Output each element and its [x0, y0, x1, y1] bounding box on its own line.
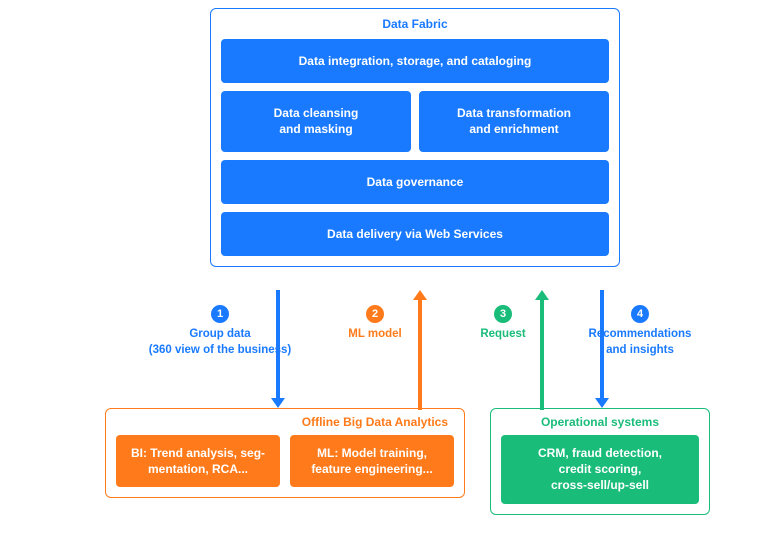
- badge-4: 4: [631, 305, 649, 323]
- box-bi: BI: Trend analysis, seg-mentation, RCA..…: [116, 435, 280, 487]
- arrow-3-head: [535, 290, 549, 300]
- flow-1: 1 Group data(360 view of the business): [130, 305, 310, 358]
- flow-4: 4 Recommendationsand insights: [565, 305, 715, 358]
- box-delivery: Data delivery via Web Services: [221, 212, 609, 256]
- box-governance: Data governance: [221, 160, 609, 204]
- offline-title: Offline Big Data Analytics: [116, 415, 454, 429]
- data-fabric-container: Data Fabric Data integration, storage, a…: [210, 8, 620, 267]
- box-transform: Data transformationand enrichment: [419, 91, 609, 151]
- flow-1-label: Group data(360 view of the business): [149, 328, 292, 356]
- data-fabric-title: Data Fabric: [221, 17, 609, 31]
- flow-4-label: Recommendationsand insights: [589, 328, 692, 356]
- box-cleansing: Data cleansingand masking: [221, 91, 411, 151]
- offline-analytics-container: Offline Big Data Analytics BI: Trend ana…: [105, 408, 465, 498]
- arrow-4-head: [595, 398, 609, 408]
- badge-3: 3: [494, 305, 512, 323]
- arrow-1-head: [271, 398, 285, 408]
- flow-3: 3 Request: [458, 305, 548, 343]
- flow-2: 2 ML model: [320, 305, 430, 343]
- operational-systems-container: Operational systems CRM, fraud detection…: [490, 408, 710, 515]
- badge-1: 1: [211, 305, 229, 323]
- badge-2: 2: [366, 305, 384, 323]
- box-integration: Data integration, storage, and catalogin…: [221, 39, 609, 83]
- flow-2-label: ML model: [348, 328, 401, 340]
- opsys-title: Operational systems: [501, 415, 699, 429]
- flow-3-label: Request: [480, 328, 525, 340]
- arrow-2-head: [413, 290, 427, 300]
- box-opsys: CRM, fraud detection,credit scoring,cros…: [501, 435, 699, 504]
- box-ml: ML: Model training,feature engineering..…: [290, 435, 454, 487]
